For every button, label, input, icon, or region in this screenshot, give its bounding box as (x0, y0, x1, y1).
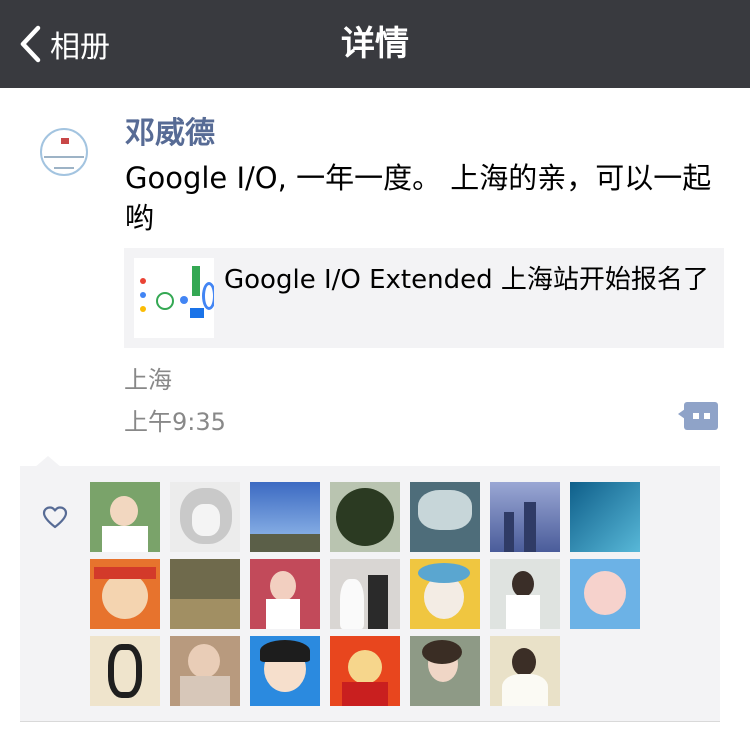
liker-avatar[interactable] (170, 482, 240, 552)
liker-avatar[interactable] (170, 559, 240, 629)
shared-link-card[interactable]: Google I/O Extended 上海站开始报名了 (124, 248, 724, 348)
avatar-logo-line (54, 167, 74, 169)
liker-avatar[interactable] (90, 482, 160, 552)
navbar: 相册 详情 (0, 0, 750, 88)
liker-avatar[interactable] (170, 636, 240, 706)
liker-avatar[interactable] (410, 636, 480, 706)
divider (20, 721, 720, 722)
liker-avatar[interactable] (330, 482, 400, 552)
liker-avatar[interactable] (490, 559, 560, 629)
liker-avatar[interactable] (330, 559, 400, 629)
liker-avatar[interactable] (490, 482, 560, 552)
link-thumbnail (134, 258, 214, 338)
author-avatar[interactable] (28, 112, 108, 192)
avatar-logo-line (44, 156, 84, 158)
liker-avatar[interactable] (90, 636, 160, 706)
liker-avatar[interactable] (490, 636, 560, 706)
post-text: Google I/O, 一年一度。 上海的亲，可以一起哟 (125, 161, 712, 235)
link-title: Google I/O Extended 上海站开始报名了 (224, 265, 709, 295)
liker-avatar[interactable] (250, 482, 320, 552)
liker-avatar[interactable] (250, 559, 320, 629)
author-name[interactable]: 邓威德 (125, 108, 215, 152)
liker-avatar[interactable] (250, 636, 320, 706)
liker-avatar[interactable] (570, 482, 640, 552)
liker-avatar[interactable] (410, 482, 480, 552)
heart-outline-icon (42, 506, 68, 529)
liker-avatar[interactable] (410, 559, 480, 629)
comment-menu-icon[interactable] (678, 402, 718, 430)
page-title: 详情 (341, 24, 409, 64)
liker-avatar[interactable] (90, 559, 160, 629)
liker-avatar[interactable] (570, 559, 640, 629)
liker-avatar[interactable] (330, 636, 400, 706)
post-location[interactable]: 上海 (124, 360, 172, 395)
post-time: 上午9:35 (124, 408, 226, 436)
